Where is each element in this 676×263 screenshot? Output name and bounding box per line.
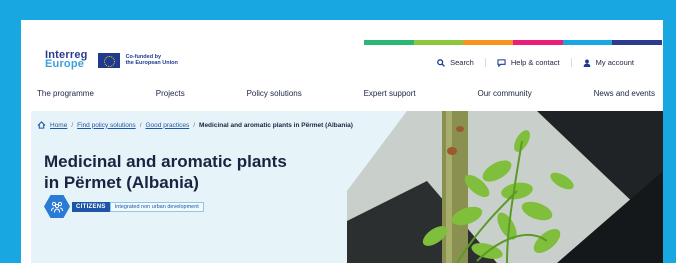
breadcrumb-find-policy[interactable]: Find policy solutions: [77, 122, 136, 129]
main-nav: The programme Projects Policy solutions …: [21, 89, 663, 98]
help-label: Help & contact: [510, 58, 560, 67]
page-title: Medicinal and aromatic plants in Përmet …: [44, 151, 354, 193]
color-segment: [513, 40, 563, 45]
nav-item-community[interactable]: Our community: [478, 89, 532, 98]
nav-item-policy-solutions[interactable]: Policy solutions: [247, 89, 302, 98]
breadcrumb: Home / Find policy solutions / Good prac…: [37, 121, 353, 129]
color-segment: [562, 40, 613, 45]
user-icon: [583, 58, 591, 67]
nav-item-programme[interactable]: The programme: [37, 89, 94, 98]
eu-flag-icon: [97, 52, 120, 68]
title-line1: Medicinal and aromatic plants: [44, 152, 287, 171]
breadcrumb-current: Medicinal and aromatic plants in Përmet …: [199, 121, 353, 129]
color-segment: [612, 40, 663, 45]
color-segment: [364, 40, 414, 45]
breadcrumb-home[interactable]: Home: [50, 122, 67, 129]
color-segment: [463, 40, 514, 45]
page: Interreg Europe Co-funded by the Europea…: [21, 20, 663, 263]
tag-label: CITIZENS: [72, 201, 110, 212]
chat-icon: [497, 58, 506, 67]
cofunded-line2: the European Union: [125, 60, 178, 66]
cofunded-text: Co-funded by the European Union: [126, 54, 178, 66]
color-bar: [364, 40, 663, 45]
search-button[interactable]: Search: [426, 58, 485, 67]
breadcrumb-separator: /: [139, 121, 142, 129]
breadcrumb-good-practices[interactable]: Good practices: [146, 122, 190, 129]
title-line2: in Përmet (Albania): [44, 173, 199, 192]
logo-line2: Europe: [45, 58, 85, 70]
breadcrumb-separator: /: [71, 121, 74, 129]
home-icon: [37, 121, 46, 129]
breadcrumb-separator: /: [193, 121, 196, 129]
topic-tag[interactable]: CITIZENS Integrated non urban developmen…: [44, 195, 204, 218]
nav-item-news-events[interactable]: News and events: [594, 89, 655, 98]
color-segment: [413, 40, 464, 45]
tag-subtopic: Integrated non urban development: [109, 201, 204, 212]
nav-item-expert-support[interactable]: Expert support: [364, 89, 416, 98]
utility-nav: Search Help & contact My account: [426, 58, 645, 67]
plant-image: [347, 111, 663, 263]
citizens-icon: [44, 195, 70, 218]
search-icon: [437, 58, 445, 67]
account-label: My account: [595, 58, 634, 67]
help-contact-button[interactable]: Help & contact: [484, 58, 571, 67]
browser-frame: Interreg Europe Co-funded by the Europea…: [0, 0, 676, 263]
search-label: Search: [450, 58, 474, 67]
site-logo[interactable]: Interreg Europe Co-funded by the Europea…: [45, 50, 178, 70]
hero-photo: [347, 111, 663, 263]
interreg-logo: Interreg Europe: [45, 50, 88, 70]
nav-item-projects[interactable]: Projects: [156, 89, 185, 98]
my-account-button[interactable]: My account: [570, 58, 645, 67]
